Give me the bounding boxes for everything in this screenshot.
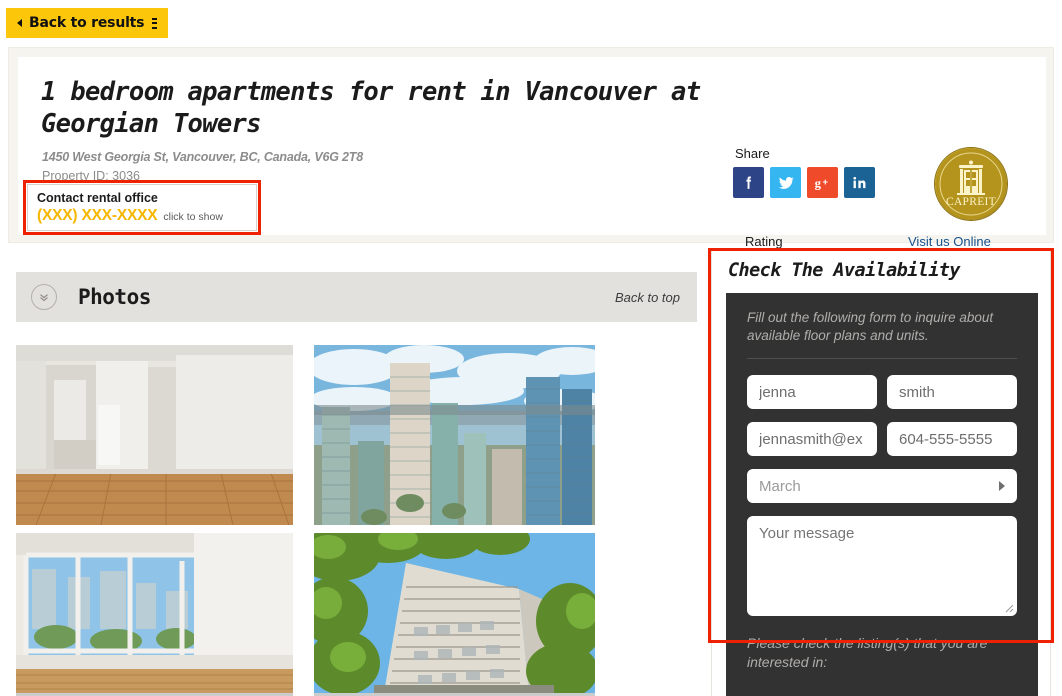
photos-section-header: Photos Back to top: [16, 272, 697, 322]
contact-rental-office-heading: Contact rental office: [37, 191, 158, 205]
listing-address: 1450 West Georgia St, Vancouver, BC, Can…: [42, 150, 363, 164]
availability-form-heading: Check The Availability: [728, 260, 960, 281]
svg-text:CAPREIT: CAPREIT: [946, 196, 996, 208]
photos-section-title: Photos: [78, 285, 151, 309]
share-label: Share: [735, 146, 770, 161]
rating-label: Rating: [745, 234, 783, 249]
back-to-results-label: Back to results: [29, 15, 145, 31]
hamburger-icon[interactable]: [152, 17, 157, 29]
last-name-input[interactable]: [887, 375, 1017, 409]
message-textarea[interactable]: [747, 516, 1017, 616]
share-icons: g +: [733, 167, 875, 198]
photo-grid: [16, 345, 716, 696]
listing-page: Back to results 1 bedroom apartments for…: [0, 0, 1062, 696]
googleplus-icon[interactable]: g +: [807, 167, 838, 198]
page-title: 1 bedroom apartments for rent in Vancouv…: [41, 77, 701, 139]
move-in-month-select[interactable]: March: [747, 469, 1017, 503]
availability-form-intro: Fill out the following form to inquire a…: [747, 309, 1017, 359]
linkedin-icon[interactable]: [844, 167, 875, 198]
chevron-double-down-icon[interactable]: [31, 284, 57, 310]
back-to-results-button[interactable]: Back to results: [6, 8, 168, 38]
contact-rental-office-box[interactable]: Contact rental office (XXX) XXX-XXXX cli…: [27, 184, 257, 231]
photo-row: [16, 533, 716, 696]
facebook-icon[interactable]: [733, 167, 764, 198]
message-wrap: [747, 516, 1017, 616]
twitter-icon[interactable]: [770, 167, 801, 198]
photo-empty-living-room[interactable]: [16, 345, 293, 525]
photo-row: [16, 345, 716, 525]
contact-row: [747, 422, 1017, 456]
phone-number-masked[interactable]: (XXX) XXX-XXXX: [37, 207, 158, 225]
phone-input[interactable]: [887, 422, 1017, 456]
move-in-month-value: March: [759, 477, 801, 495]
listings-check-note: Please check the listing(s) that you are…: [747, 635, 988, 670]
email-input[interactable]: [747, 422, 877, 456]
svg-text:+: +: [823, 177, 829, 188]
listing-property-id: Property ID: 3036: [42, 169, 140, 183]
svg-text:g: g: [815, 176, 822, 190]
name-row: [747, 375, 1017, 409]
photo-city-skyline-aerial[interactable]: [314, 345, 595, 525]
visit-us-online-link[interactable]: Visit us Online: [908, 234, 991, 249]
first-name-input[interactable]: [747, 375, 877, 409]
capreit-door-logo[interactable]: CAPREIT: [935, 148, 1007, 220]
availability-form-panel: Check The Availability Fill out the foll…: [711, 251, 1051, 696]
caret-left-icon: [17, 19, 22, 27]
photo-bedroom-window-view[interactable]: [16, 533, 293, 696]
back-to-top-link[interactable]: Back to top: [615, 290, 680, 305]
availability-form-body: Fill out the following form to inquire a…: [726, 293, 1038, 696]
click-to-show-link[interactable]: click to show: [163, 211, 223, 223]
caret-right-icon: [999, 481, 1005, 491]
photo-building-exterior-trees[interactable]: [314, 533, 595, 696]
